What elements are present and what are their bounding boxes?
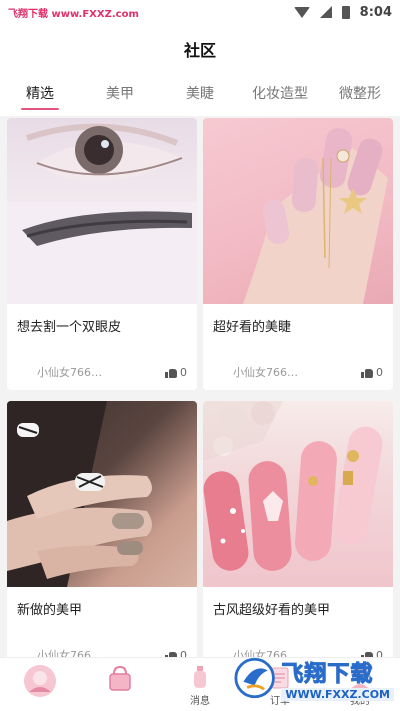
eye-illustration [7,123,197,304]
post-title[interactable]: 超好看的美睫 [213,316,291,335]
post-meta: 小仙女766… 0 [7,362,197,382]
post-title[interactable]: 新做的美甲 [17,599,82,618]
tab-nails[interactable]: 美甲 [80,74,160,116]
tab-makeup[interactable]: 化妆造型 [240,74,320,116]
page-title: 社区 [183,41,216,60]
nav-home[interactable] [0,658,80,711]
post-title[interactable]: 想去割一个双眼皮 [17,316,121,335]
wifi-icon [293,6,310,18]
like-button[interactable]: 0 [165,366,187,379]
site-watermark: 飞翔下载 WWW.FXXZ.COM [234,651,394,705]
thumbs-up-icon [165,367,177,378]
post-title[interactable]: 古风超级好看的美甲 [213,599,330,618]
status-icons: 8:04 [293,4,392,20]
nav-messages-label: 消息 [190,696,210,707]
status-watermark-text: 飞翔下载 www.FXXZ.com [8,8,139,20]
signal-icon [319,6,332,18]
post-author[interactable]: 小仙女766… [37,364,165,380]
post-card[interactable]: 新做的美甲 小仙女766… 0 [7,401,197,673]
nails-illustration [243,128,388,304]
watermark-title: 飞翔下载 [281,661,374,687]
post-card[interactable]: 想去割一个双眼皮 小仙女766… 0 [7,118,197,390]
avatar-icon [24,665,56,697]
post-image[interactable] [7,118,197,304]
bottom-navigation: 消息 订单 我的 飞翔下载 WWW.FXXZ.COM [0,657,400,711]
top-header: 社区 [0,24,400,74]
like-button[interactable]: 0 [361,366,383,379]
bottle-icon [194,666,206,688]
battery-icon [341,5,350,19]
watermark-url: WWW.FXXZ.COM [281,687,394,701]
bag-icon [109,665,131,691]
like-count: 0 [376,365,383,379]
watermark-text: 飞翔下载 WWW.FXXZ.COM [281,656,394,701]
post-image[interactable] [7,401,197,587]
tab-lashes[interactable]: 美睫 [160,74,240,116]
thumbs-up-icon [361,367,373,378]
watermark-logo-icon [234,657,275,699]
post-image[interactable] [203,118,393,304]
post-author[interactable]: 小仙女766… [233,364,361,380]
post-meta: 小仙女766… 0 [203,362,393,382]
status-time: 8:04 [359,4,392,20]
tab-cosmetic-surgery[interactable]: 微整形 [320,74,400,116]
post-image[interactable] [203,401,393,587]
nav-messages[interactable]: 消息 [160,658,240,711]
category-tabs: 精选 美甲 美睫 化妆造型 微整形 [0,74,400,116]
tab-featured[interactable]: 精选 [0,74,80,116]
hand-illustration [7,401,152,587]
nail-art-illustration [203,401,383,571]
post-card[interactable]: 古风超级好看的美甲 小仙女766… 0 [203,401,393,673]
nav-shop[interactable] [80,658,160,711]
status-bar: 飞翔下载 www.FXXZ.com 8:04 [0,0,400,24]
like-count: 0 [180,365,187,379]
post-card[interactable]: 超好看的美睫 小仙女766… 0 [203,118,393,390]
